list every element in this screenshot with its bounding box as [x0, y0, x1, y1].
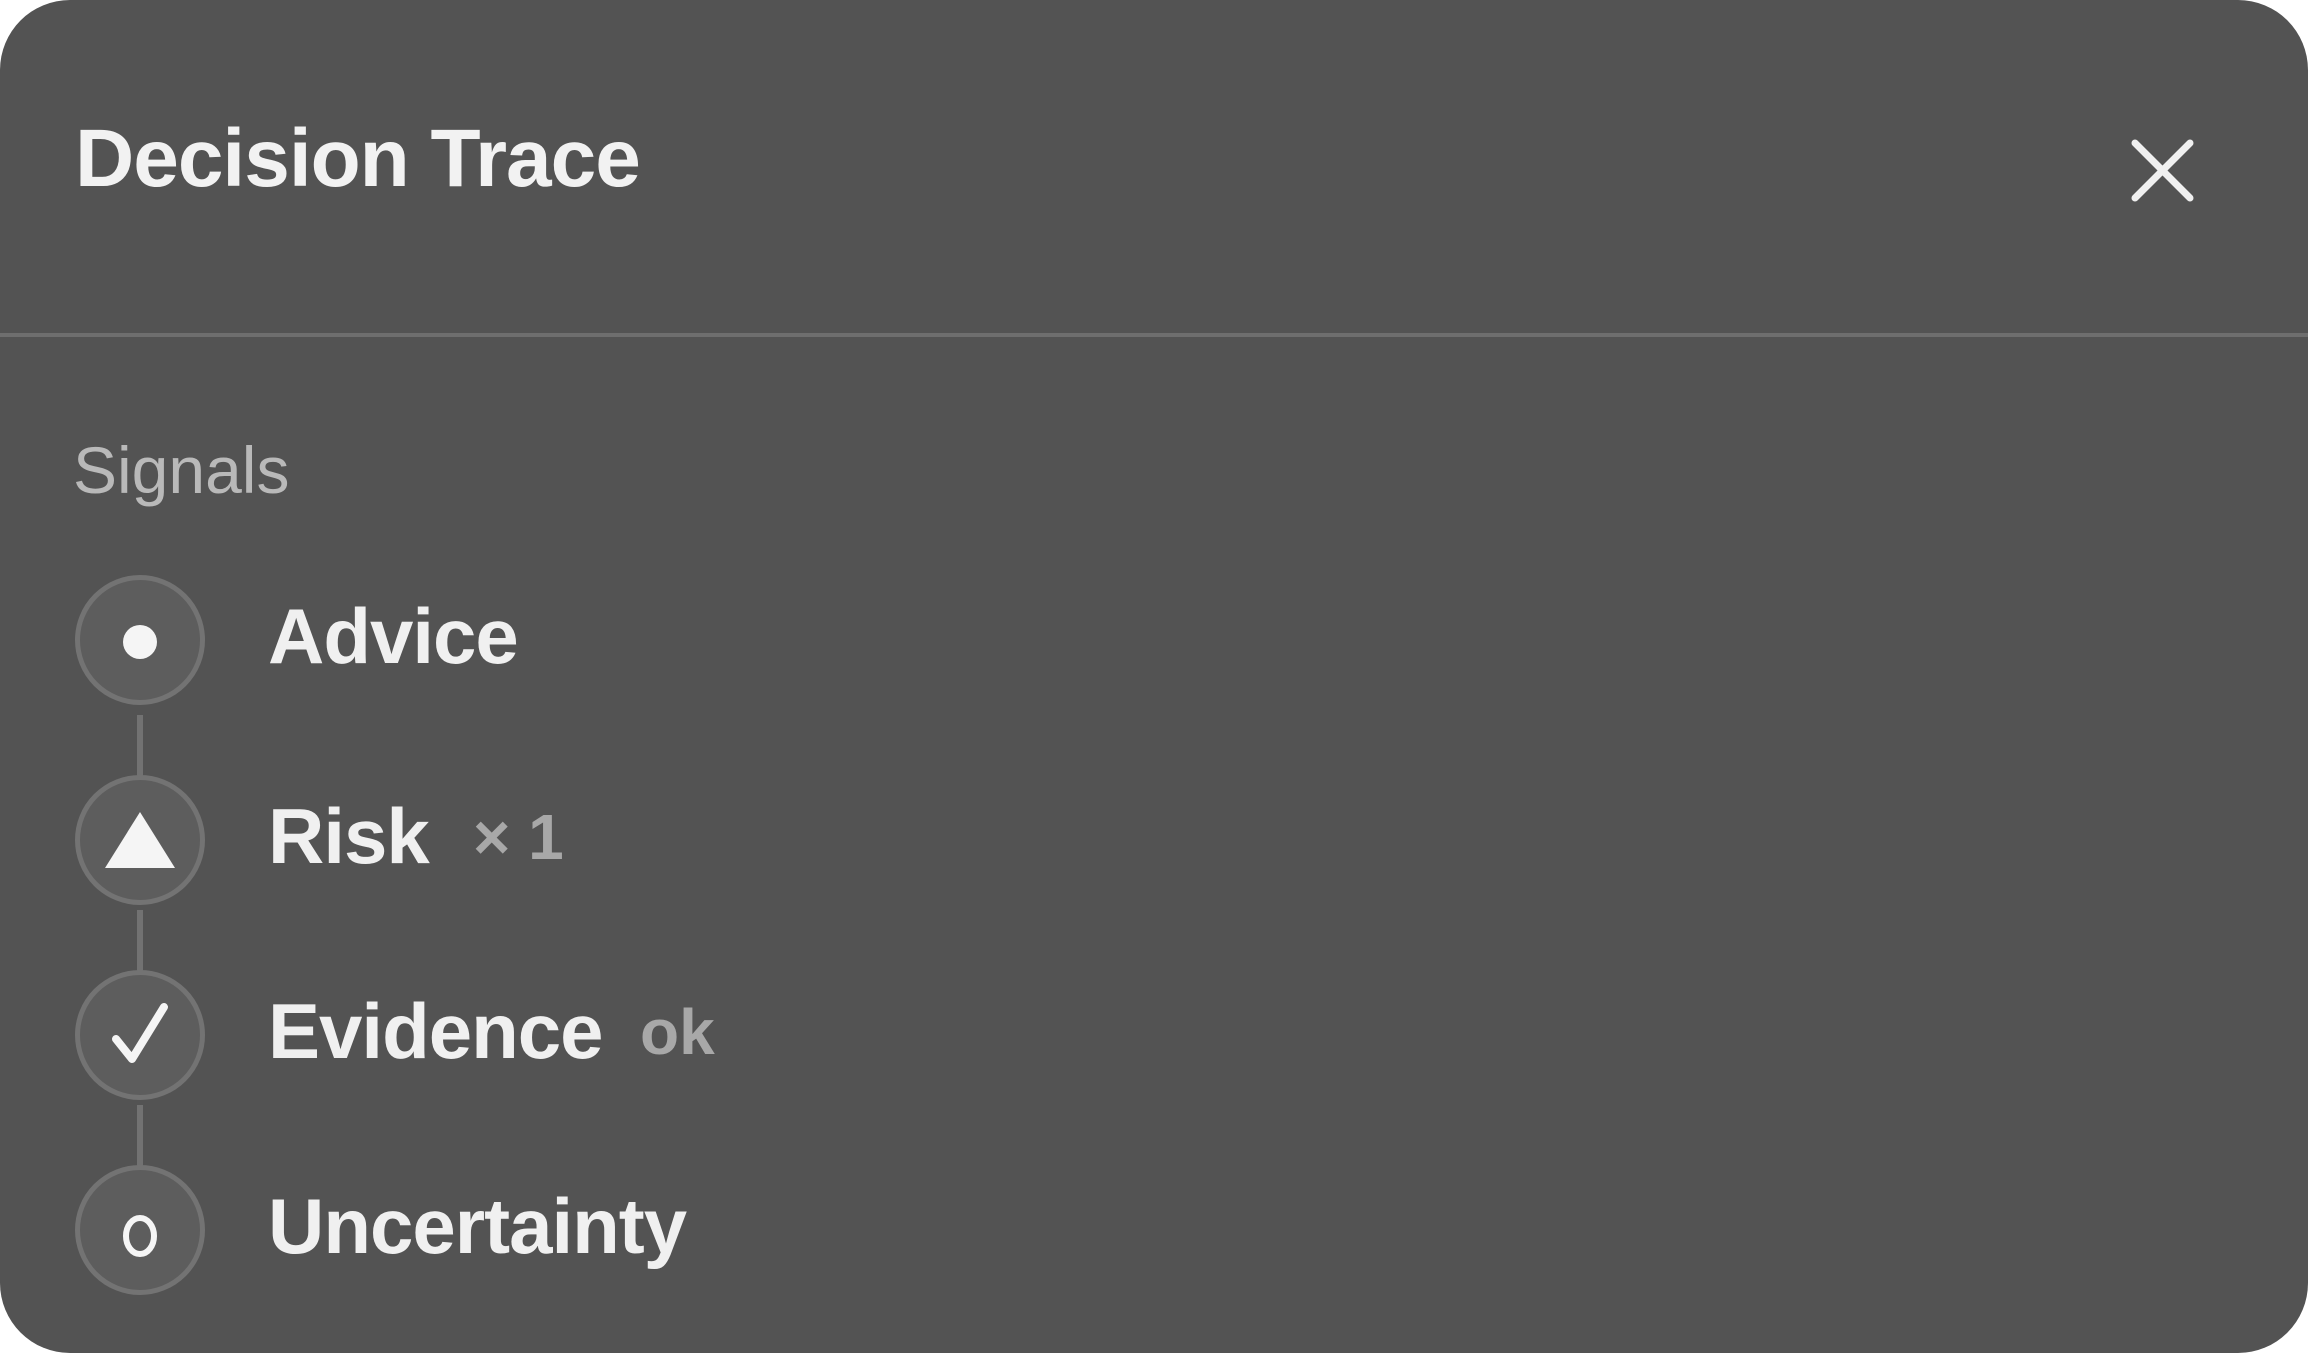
signal-item-evidence[interactable]: Evidence ok	[75, 970, 1475, 1100]
hollow-circle-icon	[123, 1215, 157, 1257]
triangle-warning-icon	[105, 812, 175, 868]
signal-node	[75, 1165, 205, 1295]
decision-trace-panel: Decision Trace Signals Advice Risk × 1 E…	[0, 0, 2308, 1353]
signal-label: Uncertainty	[268, 1182, 687, 1270]
signal-count-badge: × 1	[473, 801, 564, 873]
signal-node	[75, 970, 205, 1100]
signal-status-text: ok	[640, 996, 715, 1068]
checkmark-icon	[112, 1003, 168, 1063]
signals-section-label: Signals	[73, 433, 290, 507]
signal-label: Risk	[268, 792, 430, 880]
signal-item-advice[interactable]: Advice	[75, 575, 1475, 705]
signal-node	[75, 575, 205, 705]
panel-header: Decision Trace	[0, 0, 2308, 337]
signal-item-risk[interactable]: Risk × 1	[75, 775, 1475, 905]
signal-label: Advice	[268, 592, 519, 680]
close-button[interactable]	[2125, 133, 2200, 208]
panel-title: Decision Trace	[75, 113, 641, 204]
signal-node	[75, 775, 205, 905]
signal-item-uncertainty[interactable]: Uncertainty	[75, 1165, 1475, 1295]
signal-label: Evidence	[268, 987, 604, 1075]
close-icon	[2131, 139, 2194, 202]
dot-icon	[123, 625, 157, 659]
